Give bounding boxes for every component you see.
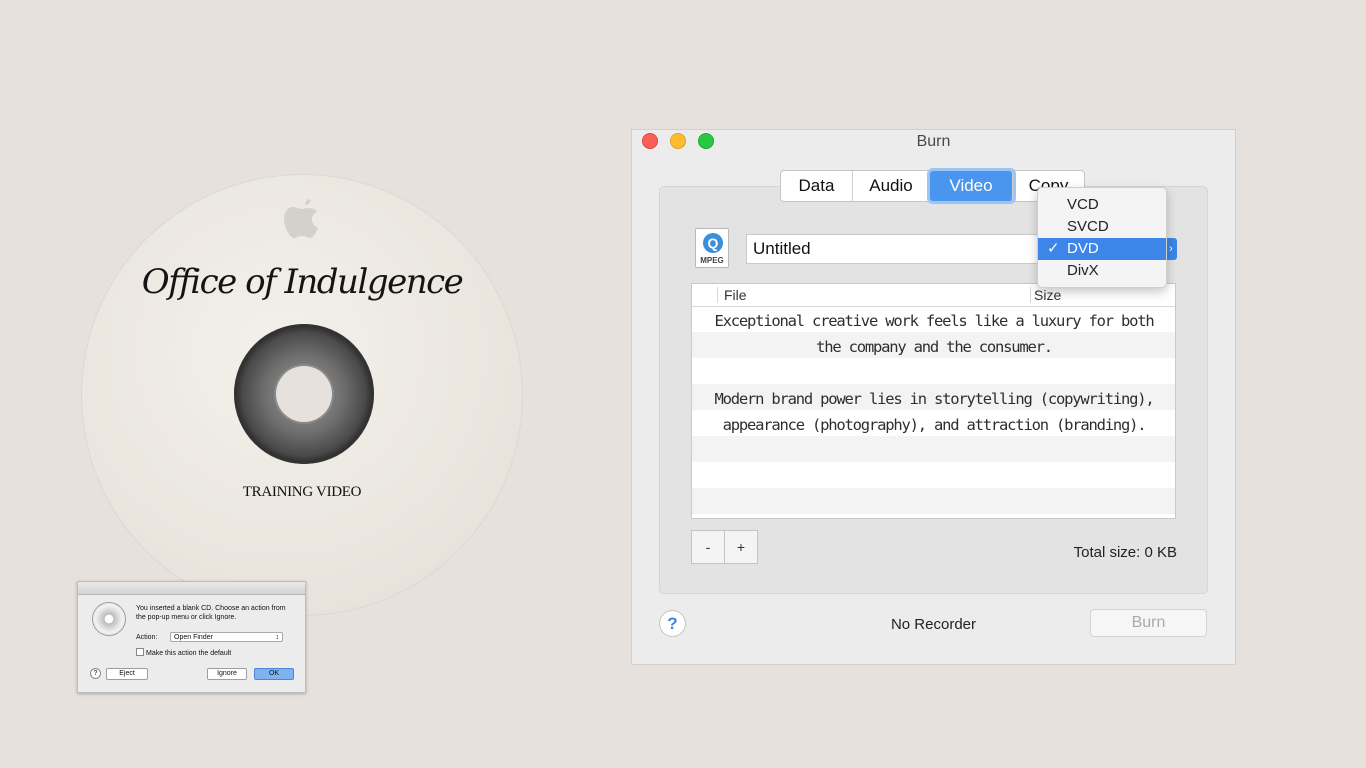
apple-logo-icon	[284, 199, 318, 238]
action-label: Action:	[136, 634, 158, 641]
dialog-message: You inserted a blank CD. Choose an actio…	[136, 605, 286, 621]
burn-window: Burn Data Audio Video Copy Q MPEG Untitl…	[632, 130, 1235, 664]
window-title: Burn	[916, 133, 951, 150]
action-popup[interactable]: Open Finder ↕	[170, 632, 283, 642]
dialog-titlebar	[78, 582, 305, 595]
body-line-1: Exceptional creative work feels like a l…	[714, 312, 1154, 356]
default-checkbox[interactable]	[136, 648, 144, 656]
default-checkbox-row[interactable]: Make this action the default	[136, 648, 231, 657]
mpeg-file-icon: Q MPEG	[695, 228, 729, 268]
burn-button[interactable]: Burn	[1090, 609, 1207, 637]
menu-item-dvd[interactable]: ✓ DVD	[1038, 238, 1166, 260]
tab-data[interactable]: Data	[781, 171, 853, 201]
add-file-button[interactable]: +	[724, 530, 758, 564]
cd-disc: Office of Indulgence TRAINING VIDEO	[81, 174, 523, 616]
menu-item-divx[interactable]: DivX	[1038, 260, 1166, 282]
remove-file-button[interactable]: -	[691, 530, 725, 564]
disc-name-field[interactable]: Untitled	[746, 234, 1043, 264]
mpeg-icon-label: MPEG	[700, 256, 724, 265]
default-checkbox-label: Make this action the default	[146, 650, 232, 657]
dialog-help-button[interactable]: ?	[90, 668, 101, 679]
disc-title: Office of Indulgence	[141, 262, 464, 302]
action-popup-value: Open Finder	[174, 634, 213, 641]
tab-audio[interactable]: Audio	[853, 171, 930, 201]
total-size: Total size: 0 KB	[1073, 544, 1177, 561]
format-dropdown-menu: VCD SVCD ✓ DVD DivX	[1037, 187, 1167, 288]
disc-hole	[276, 366, 332, 422]
ok-button[interactable]: OK	[254, 668, 294, 680]
body-line-2: Modern brand power lies in storytelling …	[714, 390, 1154, 434]
menu-item-label: SVCD	[1067, 218, 1109, 235]
menu-item-vcd[interactable]: VCD	[1038, 194, 1166, 216]
quicktime-icon: Q	[703, 233, 723, 253]
menu-item-label: DivX	[1067, 262, 1099, 279]
column-size[interactable]: Size	[1030, 287, 1061, 303]
ignore-button[interactable]: Ignore	[207, 668, 247, 680]
menu-item-svcd[interactable]: SVCD	[1038, 216, 1166, 238]
file-list[interactable]: File Size Exceptional creative work feel…	[691, 283, 1176, 519]
popup-arrows-icon: ↕	[275, 634, 280, 641]
list-body-text: Exceptional creative work feels like a l…	[692, 308, 1175, 464]
tab-video[interactable]: Video	[930, 171, 1013, 201]
menu-item-label: DVD	[1067, 240, 1099, 257]
eject-button[interactable]: Eject	[106, 668, 148, 680]
column-file[interactable]: File	[717, 287, 747, 303]
checkmark-icon: ✓	[1047, 240, 1060, 257]
window-titlebar: Burn	[632, 130, 1235, 154]
disc-subtitle: TRAINING VIDEO	[242, 484, 362, 500]
blank-cd-dialog: You inserted a blank CD. Choose an actio…	[77, 581, 306, 693]
cd-icon	[93, 603, 125, 635]
menu-item-label: VCD	[1067, 196, 1099, 213]
